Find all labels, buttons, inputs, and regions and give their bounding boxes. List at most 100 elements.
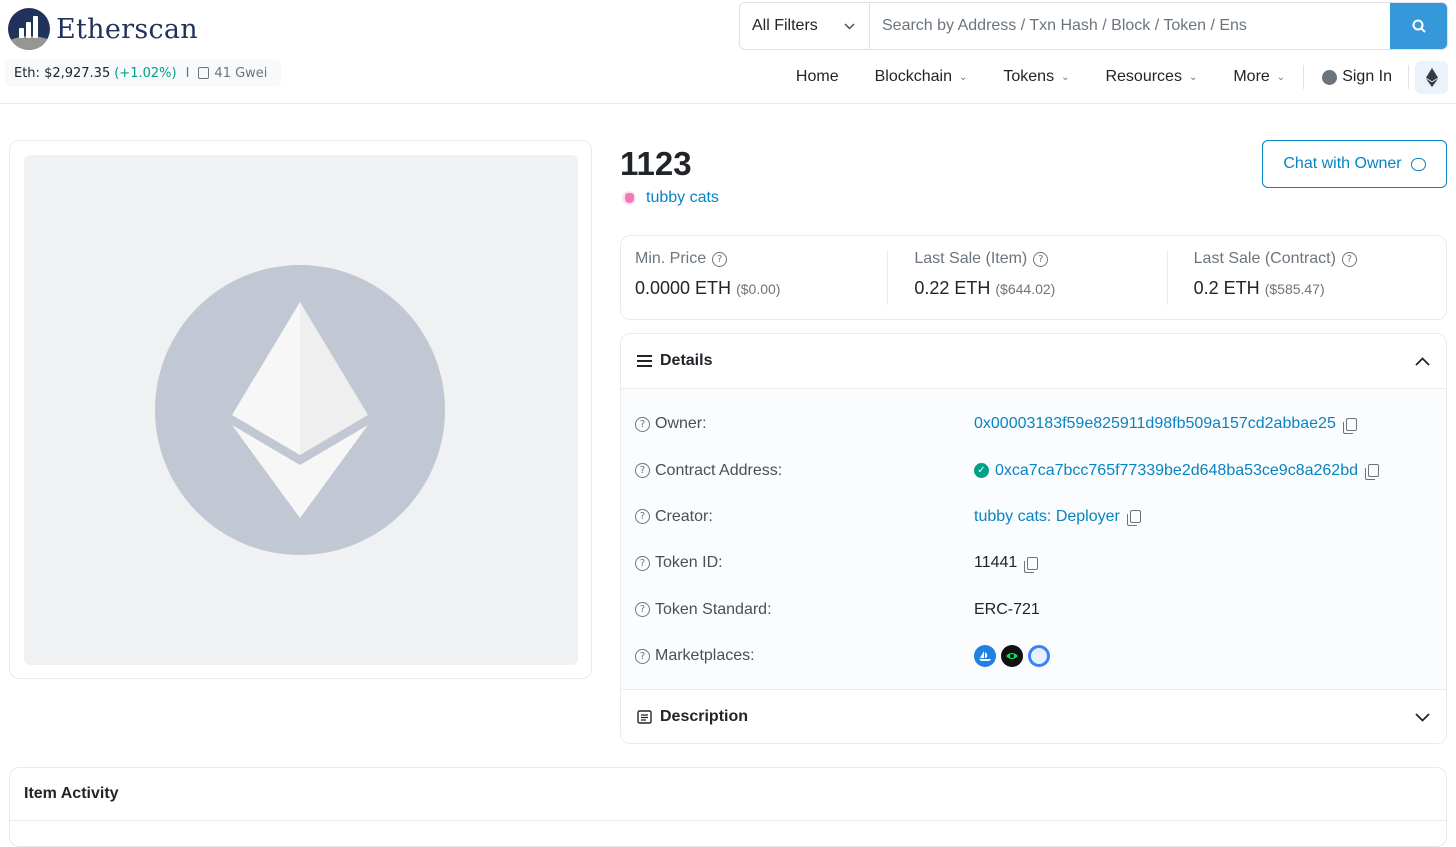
- owner-label: Owner:: [655, 415, 707, 433]
- min-price-usd: ($0.00): [736, 281, 781, 297]
- last-sale-contract-value: 0.2 ETH: [1193, 278, 1260, 298]
- copy-icon[interactable]: [1365, 464, 1379, 481]
- logo-text: Etherscan: [56, 13, 198, 45]
- help-icon[interactable]: ?: [635, 463, 650, 479]
- search-input[interactable]: [870, 3, 1390, 49]
- nav-tokens-label: Tokens: [1003, 68, 1055, 85]
- nav-blockchain[interactable]: Blockchain ⌄: [857, 59, 986, 95]
- gas-value: 41 Gwei: [214, 65, 268, 81]
- token-id-label: Token ID:: [655, 554, 723, 572]
- min-price-value: 0.0000 ETH: [635, 278, 732, 298]
- sign-in-link[interactable]: Sign In: [1304, 68, 1408, 86]
- help-icon[interactable]: ?: [635, 602, 650, 618]
- help-icon[interactable]: ?: [635, 509, 650, 525]
- help-icon[interactable]: ?: [1341, 251, 1357, 267]
- help-icon[interactable]: ?: [635, 648, 650, 664]
- nav-home[interactable]: Home: [778, 59, 857, 95]
- chevron-down-icon: ⌄: [1188, 71, 1198, 83]
- site-header: Etherscan Eth: $2,927.35 (+1.02%) I 41 G…: [0, 0, 1456, 104]
- token-title: 1123: [620, 145, 692, 182]
- nav-tokens[interactable]: Tokens ⌄: [985, 59, 1087, 95]
- creator-label: Creator:: [655, 507, 713, 525]
- nft-image[interactable]: [24, 155, 578, 665]
- nav-more[interactable]: More ⌄: [1215, 59, 1303, 95]
- detail-row-token-id: ? Token ID: 11441: [621, 540, 1446, 586]
- opensea-icon[interactable]: [974, 645, 996, 668]
- gas-pump-icon: [198, 67, 210, 79]
- help-icon[interactable]: ?: [635, 555, 650, 571]
- nft-image-card: [9, 140, 592, 679]
- detail-row-marketplaces: ? Marketplaces:: [621, 633, 1446, 679]
- user-circle-icon: [1322, 69, 1338, 85]
- eth-price-chip: Eth: $2,927.35 (+1.02%) I 41 Gwei: [5, 59, 282, 87]
- details-body: ? Owner: 0x00003183f59e825911d98fb509a157…: [621, 389, 1446, 689]
- help-icon[interactable]: ?: [1033, 251, 1049, 267]
- token-standard-value: ERC-721: [974, 600, 1040, 618]
- search-button[interactable]: [1390, 3, 1447, 49]
- collection-link[interactable]: tubby cats: [622, 189, 719, 207]
- chevron-down-icon: ⌄: [1061, 71, 1070, 83]
- copy-icon[interactable]: [1342, 417, 1357, 434]
- verified-check-icon: ✓: [974, 463, 989, 479]
- item-activity-header: Item Activity: [10, 768, 1446, 821]
- chat-button-label: Chat with Owner: [1283, 155, 1402, 172]
- nav-blockchain-label: Blockchain: [874, 68, 952, 85]
- etherscan-logo-icon: [8, 8, 50, 50]
- looksrare-icon[interactable]: [1001, 645, 1023, 668]
- collection-name: tubby cats: [646, 189, 719, 206]
- chevron-down-icon: [844, 22, 855, 30]
- marketplaces-label: Marketplaces:: [655, 647, 755, 665]
- description-header[interactable]: Description: [621, 689, 1446, 743]
- chevron-up-icon[interactable]: [1415, 356, 1430, 366]
- description-title: Description: [660, 708, 749, 725]
- min-price-label: Min. Price: [635, 250, 707, 267]
- etherscan-logo[interactable]: Etherscan: [8, 8, 198, 50]
- contract-address-link[interactable]: 0xca7ca7bcc765f77339be2d648ba53ce9c8a262…: [995, 462, 1358, 480]
- item-activity-title: Item Activity: [24, 785, 119, 802]
- creator-link[interactable]: tubby cats: Deployer: [974, 508, 1120, 526]
- last-sale-item-usd: ($644.02): [995, 281, 1056, 297]
- help-icon[interactable]: ?: [712, 251, 728, 267]
- last-sale-item-label: Last Sale (Item): [914, 250, 1028, 267]
- gas-price[interactable]: 41 Gwei: [198, 66, 267, 81]
- last-sale-contract: Last Sale (Contract)? 0.2 ETH ($585.47): [1166, 250, 1446, 305]
- copy-icon[interactable]: [1024, 556, 1039, 573]
- price-summary: Min. Price? 0.0000 ETH ($0.00) Last Sale…: [620, 235, 1447, 320]
- details-header[interactable]: Details: [621, 334, 1446, 389]
- help-icon[interactable]: ?: [635, 416, 650, 432]
- nav-resources-label: Resources: [1105, 68, 1182, 85]
- search-icon: [1412, 19, 1426, 33]
- nav-divider: [1408, 65, 1409, 89]
- document-icon: [637, 710, 652, 724]
- network-switch-button[interactable]: [1415, 60, 1448, 94]
- contract-label: Contract Address:: [655, 461, 783, 479]
- main-nav: Home Blockchain ⌄ Tokens ⌄ Resources ⌄ More…: [778, 59, 1456, 95]
- detail-row-standard: ? Token Standard: ERC-721: [621, 587, 1446, 633]
- token-standard-label: Token Standard:: [655, 600, 772, 618]
- last-sale-contract-usd: ($585.47): [1264, 281, 1325, 297]
- nav-resources[interactable]: Resources ⌄: [1087, 59, 1215, 95]
- eth-price[interactable]: Eth: $2,927.35: [14, 66, 110, 81]
- search-bar: All Filters: [739, 2, 1448, 50]
- min-price: Min. Price? 0.0000 ETH ($0.00): [621, 250, 887, 305]
- last-sale-contract-label: Last Sale (Contract): [1193, 250, 1336, 267]
- token-id-value: 11441: [974, 554, 1018, 572]
- chip-separator: I: [185, 65, 190, 81]
- ethereum-placeholder-icon: [155, 265, 445, 555]
- owner-address-link[interactable]: 0x00003183f59e825911d98fb509a157cd2abbae…: [974, 415, 1336, 433]
- chat-icon: [1410, 157, 1426, 171]
- detail-row-creator: ? Creator: tubby cats: Deployer: [621, 494, 1446, 540]
- copy-icon[interactable]: [1126, 510, 1141, 527]
- chevron-down-icon: ⌄: [958, 71, 968, 83]
- chevron-down-icon[interactable]: [1415, 712, 1430, 722]
- filter-label: All Filters: [752, 17, 818, 34]
- chat-with-owner-button[interactable]: Chat with Owner: [1262, 140, 1447, 188]
- filter-select[interactable]: All Filters: [740, 3, 870, 49]
- item-activity-card: Item Activity: [9, 767, 1447, 847]
- eth-price-change: (+1.02%): [114, 65, 177, 81]
- chevron-down-icon: ⌄: [1276, 71, 1286, 83]
- sign-in-label: Sign In: [1342, 68, 1392, 85]
- rarible-icon[interactable]: [1028, 645, 1050, 668]
- details-card: Details ? Owner: 0x00003183f59e825911d98f…: [620, 333, 1447, 744]
- nav-more-label: More: [1233, 68, 1270, 85]
